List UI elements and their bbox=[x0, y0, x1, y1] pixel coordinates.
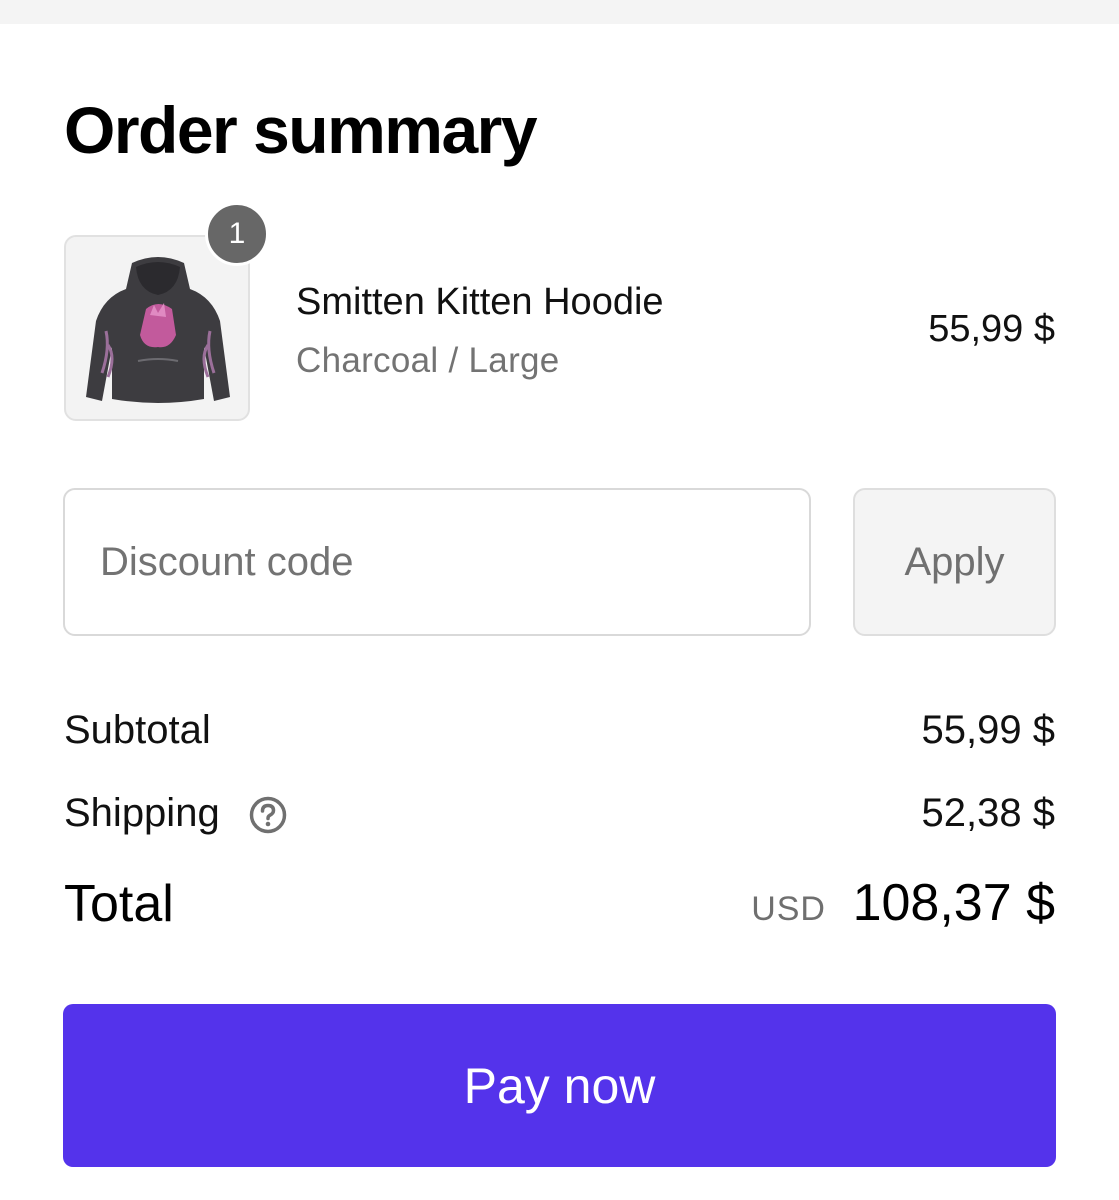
total-currency-code: USD bbox=[751, 890, 826, 928]
pay-now-button[interactable]: Pay now bbox=[63, 1004, 1056, 1167]
product-price: 55,99 $ bbox=[928, 308, 1055, 350]
hoodie-product-image bbox=[86, 257, 230, 403]
question-circle-icon[interactable] bbox=[248, 795, 288, 835]
shipping-label: Shipping bbox=[64, 791, 220, 835]
total-value: 108,37 $ bbox=[852, 874, 1055, 932]
quantity-badge: 1 bbox=[205, 202, 269, 266]
apply-discount-button[interactable]: Apply bbox=[853, 488, 1056, 636]
top-strip bbox=[0, 0, 1119, 24]
product-name: Smitten Kitten Hoodie bbox=[296, 281, 664, 323]
subtotal-label: Subtotal bbox=[64, 708, 211, 752]
page-title: Order summary bbox=[64, 93, 538, 167]
total-label: Total bbox=[64, 875, 174, 933]
discount-code-input[interactable] bbox=[63, 488, 811, 636]
subtotal-value: 55,99 $ bbox=[921, 708, 1055, 752]
product-variant: Charcoal / Large bbox=[296, 341, 560, 380]
shipping-value: 52,38 $ bbox=[921, 791, 1055, 835]
product-thumbnail bbox=[64, 235, 250, 421]
